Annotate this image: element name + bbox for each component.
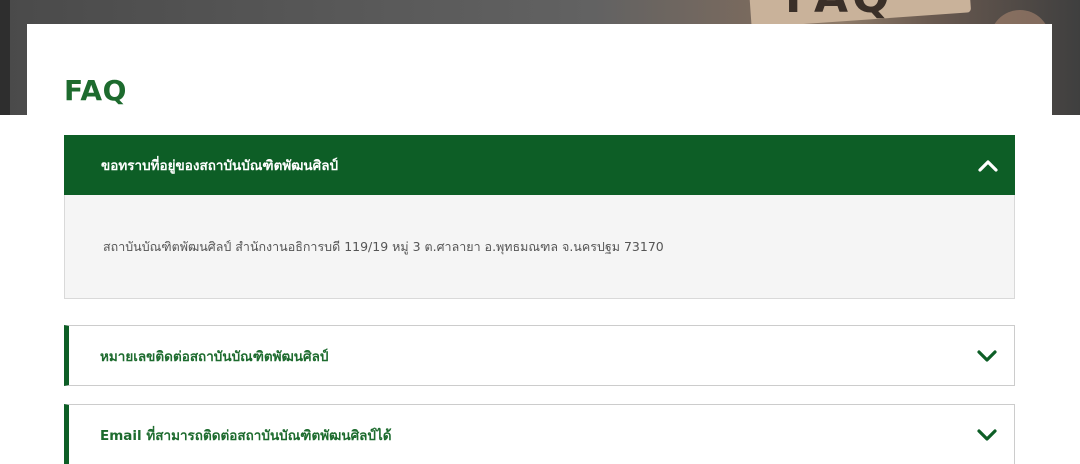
faq-toggle-phone[interactable]: หมายเลขติดต่อสถาบันบัณฑิตพัฒนศิลป์ xyxy=(64,325,1015,386)
faq-item-phone: หมายเลขติดต่อสถาบันบัณฑิตพัฒนศิลป์ xyxy=(64,325,1015,386)
faq-toggle-address[interactable]: ขอทราบที่อยู่ของสถาบันบัณฑิตพัฒนศิลป์ xyxy=(64,135,1015,195)
hero-edge-shade xyxy=(0,0,10,115)
faq-question: หมายเลขติดต่อสถาบันบัณฑิตพัฒนศิลป์ xyxy=(100,348,329,365)
faq-toggle-email[interactable]: Email ที่สามารถติดต่อสถาบันบัณฑิตพัฒนศิล… xyxy=(64,404,1015,464)
faq-answer-panel: สถาบันบัณฑิตพัฒนศิลป์ สำนักงานอธิการบดี … xyxy=(64,195,1015,299)
faq-item-email: Email ที่สามารถติดต่อสถาบันบัณฑิตพัฒนศิล… xyxy=(64,404,1015,464)
page-title: FAQ xyxy=(64,74,127,107)
faq-item-address: ขอทราบที่อยู่ของสถาบันบัณฑิตพัฒนศิลป์ สถ… xyxy=(64,135,1015,299)
faq-question: Email ที่สามารถติดต่อสถาบันบัณฑิตพัฒนศิล… xyxy=(100,427,392,444)
chevron-down-icon xyxy=(977,349,997,362)
faq-answer-text: สถาบันบัณฑิตพัฒนศิลป์ สำนักงานอธิการบดี … xyxy=(103,238,664,254)
faq-question: ขอทราบที่อยู่ของสถาบันบัณฑิตพัฒนศิลป์ xyxy=(101,158,339,174)
content-card: FAQ ขอทราบที่อยู่ของสถาบันบัณฑิตพัฒนศิลป… xyxy=(27,24,1052,464)
hero-faq-text: FAQ xyxy=(785,0,893,23)
chevron-up-icon xyxy=(978,160,998,172)
chevron-down-icon xyxy=(977,428,997,441)
